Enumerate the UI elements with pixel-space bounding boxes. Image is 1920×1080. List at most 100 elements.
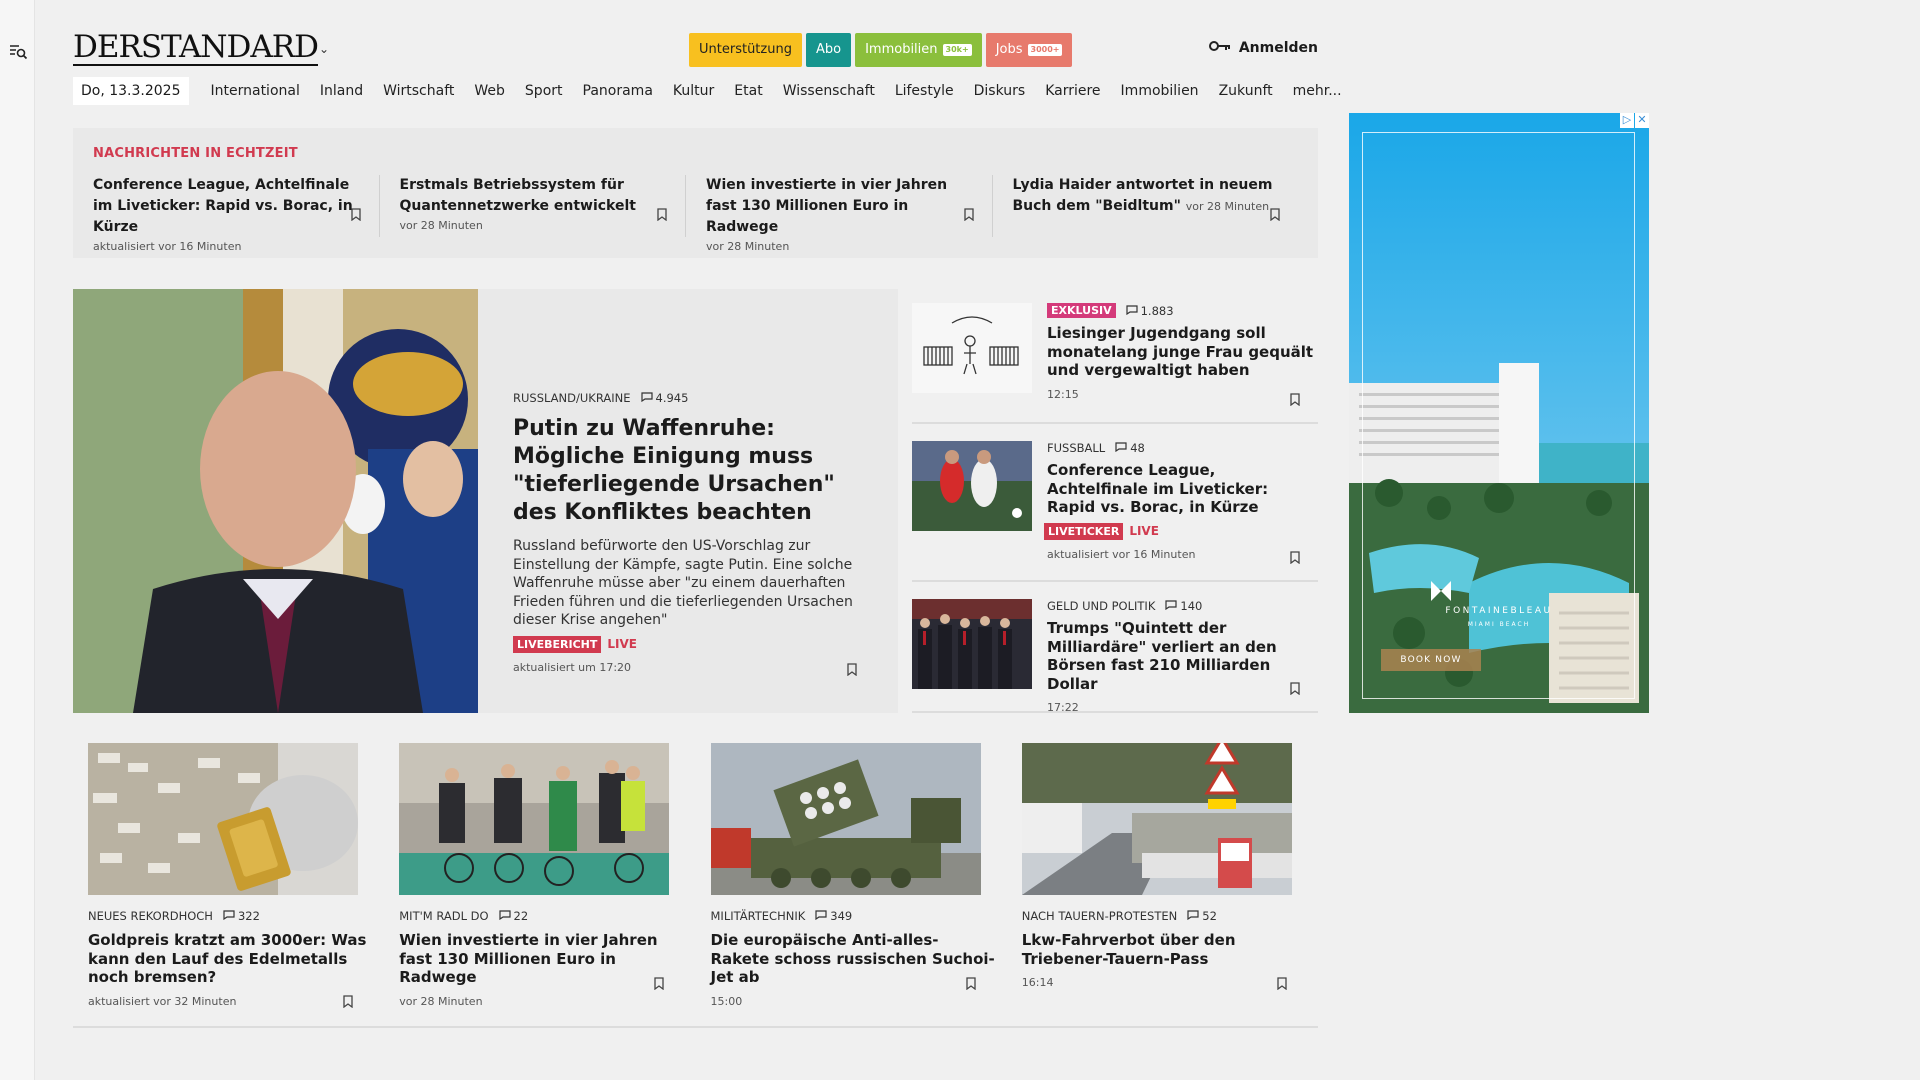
nav-item-wirtschaft[interactable]: Wirtschaft: [373, 83, 464, 99]
side-article-kicker: FUSSBALL: [1047, 441, 1106, 455]
lead-article[interactable]: RUSSLAND/UKRAINE 4.945 Putin zu Waffenru…: [73, 289, 898, 713]
comments-count[interactable]: 4.945: [640, 391, 688, 405]
comments-count[interactable]: 48: [1115, 441, 1145, 455]
jobs-button[interactable]: Jobs 3000+: [985, 33, 1073, 67]
article-card-title[interactable]: Goldpreis kratzt am 3000er: Was kann den…: [88, 931, 373, 987]
bookmark-icon[interactable]: [965, 975, 976, 991]
news-ticker: NACHRICHTEN IN ECHTZEIT Conference Leagu…: [73, 128, 1318, 258]
nav-item-lifestyle[interactable]: Lifestyle: [885, 83, 964, 99]
bookmark-icon[interactable]: [350, 206, 361, 222]
ticker-item[interactable]: Wien investierte in vier Jahren fast 130…: [685, 175, 992, 253]
side-article[interactable]: GELD UND POLITIK 140 Trumps "Quintett de…: [912, 582, 1318, 714]
nav-item-panorama[interactable]: Panorama: [573, 83, 663, 99]
ticker-item-title: Erstmals Betriebssystem für Quantennetzw…: [399, 177, 636, 214]
article-card-title[interactable]: Wien investierte in vier Jahren fast 130…: [399, 931, 684, 987]
nav-item-international[interactable]: International: [201, 83, 310, 99]
ad-book-now-button[interactable]: BOOK NOW: [1381, 649, 1481, 671]
comments-count-value: 48: [1130, 441, 1145, 455]
article-card[interactable]: MIT'M RADL DO 22 Wien investierte in vie…: [384, 743, 696, 1028]
side-article-meta: 12:15: [1047, 387, 1079, 401]
comments-count-value: 349: [830, 909, 853, 923]
article-card-kicker: MIT'M RADL DO: [399, 909, 489, 923]
article-card-kicker: NACH TAUERN-PROTESTEN: [1021, 909, 1178, 923]
menu-search-icon[interactable]: [9, 43, 28, 61]
bookmark-icon[interactable]: [847, 661, 857, 677]
nav-item-etat[interactable]: Etat: [724, 83, 772, 99]
bookmark-icon[interactable]: [1290, 549, 1300, 565]
comments-count[interactable]: 52: [1187, 909, 1217, 923]
nav-item-web[interactable]: Web: [464, 83, 515, 99]
article-card-image[interactable]: [1021, 743, 1292, 895]
lead-meta: aktualisiert um 17:20: [513, 660, 632, 674]
side-article-title[interactable]: Liesinger Jugendgang soll monatelang jun…: [1047, 324, 1318, 380]
article-card-image[interactable]: [399, 743, 670, 895]
article-card[interactable]: NEUES REKORDHOCH 322 Goldpreis kratzt am…: [73, 743, 385, 1028]
side-article-image[interactable]: [912, 303, 1032, 393]
bookmark-icon[interactable]: [963, 206, 974, 222]
side-articles: EXKLUSIV 1.883 Liesinger Jugendgang soll…: [912, 289, 1318, 714]
site-logo[interactable]: DERSTANDARD: [73, 30, 319, 66]
article-card-meta: 15:00: [710, 994, 743, 1008]
comment-icon: [815, 909, 827, 923]
article-card-meta: vor 28 Minuten: [399, 994, 483, 1008]
bookmark-icon[interactable]: [343, 993, 353, 1009]
login-button[interactable]: Anmelden: [1208, 40, 1318, 56]
comments-count[interactable]: 349: [815, 909, 852, 923]
nav-item-more[interactable]: mehr...: [1283, 83, 1352, 99]
comment-icon: [498, 909, 511, 923]
close-icon[interactable]: ✕: [1635, 113, 1649, 128]
side-article-image[interactable]: [912, 441, 1032, 531]
abo-button[interactable]: Abo: [805, 33, 852, 67]
comments-count[interactable]: 1.883: [1126, 304, 1174, 318]
article-card-title[interactable]: Die europäische Anti-alles-Rakete schoss…: [711, 931, 996, 987]
nav-item-diskurs[interactable]: Diskurs: [964, 83, 1036, 99]
article-card-image[interactable]: [710, 743, 981, 895]
side-article-meta: 17:22: [1047, 701, 1079, 714]
side-article-title[interactable]: Conference League, Achtelfinale im Livet…: [1047, 461, 1318, 517]
article-card-meta: 16:14: [1021, 976, 1054, 989]
comments-count[interactable]: 22: [498, 909, 528, 923]
nav-item-inland[interactable]: Inland: [310, 83, 373, 99]
lead-title[interactable]: Putin zu Waffenruhe: Mögliche Einigung m…: [513, 415, 868, 527]
lead-article-image[interactable]: [73, 289, 478, 713]
side-article-title[interactable]: Trumps "Quintett der Milliardäre" verlie…: [1047, 619, 1318, 693]
bookmark-icon[interactable]: [654, 975, 664, 991]
nav-item-immobilien[interactable]: Immobilien: [1111, 83, 1209, 99]
bookmark-icon[interactable]: [1290, 680, 1300, 696]
ad-choices-icon[interactable]: ▷: [1620, 113, 1634, 128]
support-button[interactable]: Unterstützung: [689, 33, 802, 67]
site-header: DERSTANDARD ⌄ Unterstützung Abo Immobili…: [73, 26, 1318, 71]
comments-count[interactable]: 140: [1165, 599, 1202, 613]
nav-item-karriere[interactable]: Karriere: [1035, 83, 1110, 99]
immobilien-button[interactable]: Immobilien 30k+: [855, 33, 982, 67]
ticker-item[interactable]: Erstmals Betriebssystem für Quantennetzw…: [378, 175, 686, 237]
bookmark-icon[interactable]: [1290, 391, 1300, 407]
side-article-kicker: GELD UND POLITIK: [1047, 599, 1156, 613]
side-article[interactable]: EXKLUSIV 1.883 Liesinger Jugendgang soll…: [912, 289, 1318, 424]
article-card-meta: aktualisiert vor 32 Minuten: [88, 994, 237, 1008]
nav-item-zukunft[interactable]: Zukunft: [1209, 83, 1283, 99]
bookmark-icon[interactable]: [1277, 975, 1287, 991]
article-card[interactable]: MILITÄRTECHNIK 349 Die europäische Anti-…: [695, 743, 1007, 1028]
article-card-kicker: NEUES REKORDHOCH: [88, 909, 213, 923]
nav-item-kultur[interactable]: Kultur: [663, 83, 724, 99]
bookmark-icon[interactable]: [1270, 206, 1280, 222]
nav-item-wissenschaft[interactable]: Wissenschaft: [773, 83, 885, 99]
article-card-title[interactable]: Lkw-Fahrverbot über den Triebener-Tauern…: [1022, 931, 1307, 968]
support-button-label: Unterstützung: [699, 42, 792, 57]
advertisement[interactable]: ▷ ✕ FONTAINEBLEAU MIAMI BEACH BOOK NOW: [1349, 113, 1649, 713]
side-article-image[interactable]: [912, 599, 1032, 689]
nav-item-sport[interactable]: Sport: [515, 83, 573, 99]
ad-brand: FONTAINEBLEAU: [1445, 606, 1553, 616]
ticker-item-meta: vor 28 Minuten: [1185, 200, 1270, 213]
article-card[interactable]: NACH TAUERN-PROTESTEN 52 Lkw-Fahrverbot …: [1006, 743, 1318, 1028]
article-card-kicker: MILITÄRTECHNIK: [710, 909, 806, 923]
side-article[interactable]: FUSSBALL 48 Conference League, Achtelfin…: [912, 424, 1318, 582]
comments-count[interactable]: 322: [223, 909, 260, 923]
comments-count-value: 1.883: [1140, 303, 1174, 318]
article-card-image[interactable]: [88, 743, 358, 895]
bookmark-icon[interactable]: [657, 206, 667, 222]
ticker-item[interactable]: Lydia Haider antwortet in neuem Buch dem…: [991, 175, 1299, 237]
ticker-item[interactable]: Conference League, Achtelfinale im Livet…: [93, 175, 379, 253]
chevron-down-icon[interactable]: ⌄: [319, 42, 329, 56]
